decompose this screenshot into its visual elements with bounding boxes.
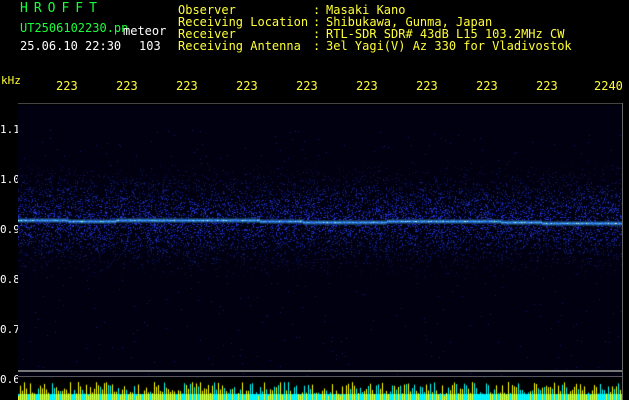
x-tick-label: 223 [356,79,378,93]
y-axis-unit: kHz [1,74,21,87]
meteor-label: meteor [123,24,167,38]
y-tick-label: 0.9 [0,223,20,236]
info-value: 3el Yagi(V) Az 330 for Vladivostok [326,39,572,53]
y-tick-label: 1.0 [0,173,20,186]
x-tick-label: 223 [56,79,78,93]
x-tick-label: 223 [416,79,438,93]
x-tick-label: 223 [536,79,558,93]
date-time: 25.06.10 22:30 [20,39,122,53]
x-tick-label: 2240 [594,79,623,93]
plot-frame-top [18,103,622,104]
info-separator: : [313,39,321,53]
app-logo: HROFFT [20,1,103,16]
info-label: Receiving Antenna [178,39,301,53]
x-tick-label: 223 [236,79,258,93]
spectrogram [18,105,622,393]
y-tick-label: 0.7 [0,323,20,336]
y-tick-label: 0.8 [0,273,20,286]
x-tick-label: 223 [476,79,498,93]
y-tick-label: 1.1 [0,123,20,136]
signal-strength-bars [18,378,622,400]
x-tick-label: 223 [116,79,138,93]
plot-frame-right [622,103,623,400]
file-name: UT2506102230.pn [20,21,129,35]
x-tick-label: 223 [176,79,198,93]
meteor-count: 103 [139,39,161,53]
baseline-ruler [18,370,622,372]
hrofft-window: HROFFT UT2506102230.pn meteor 25.06.10 2… [0,0,629,400]
x-tick-label: 223 [296,79,318,93]
baseline-ruler-secondary [18,376,622,377]
y-tick-label: 0.6 [0,373,20,386]
